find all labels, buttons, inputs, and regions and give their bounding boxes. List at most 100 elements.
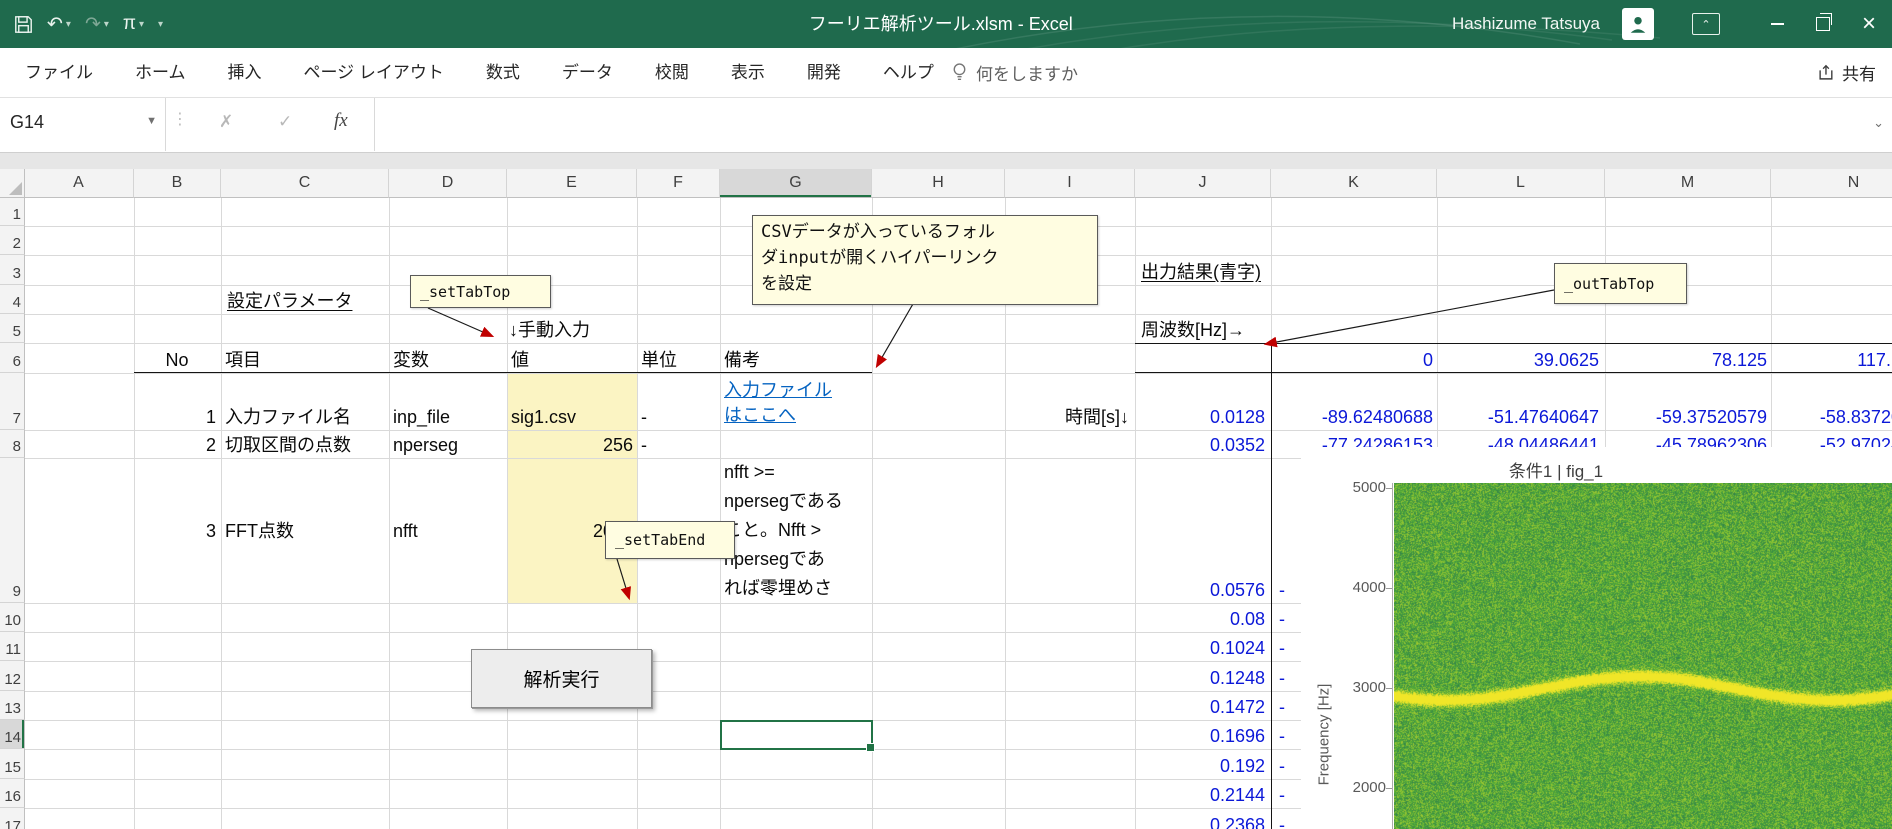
row-header-5[interactable]: 5: [0, 314, 25, 343]
fft-remark-line[interactable]: nfft >=: [724, 461, 775, 483]
param-unit[interactable]: -: [641, 434, 647, 456]
enter-icon[interactable]: ✓: [278, 112, 292, 132]
time-value-cell[interactable]: 0.08: [1065, 608, 1265, 630]
redo-dropdown-icon[interactable]: ▾: [104, 19, 109, 30]
csv-note-callout[interactable]: CSVデータが入っているフォル ダinputが開くハイパーリンク を設定: [752, 215, 1098, 305]
fft-remark-line[interactable]: れば零埋めさ: [724, 577, 832, 599]
user-avatar[interactable]: [1622, 8, 1654, 40]
clipped-value-dash[interactable]: -: [1279, 579, 1285, 601]
header-unit[interactable]: 単位: [641, 349, 677, 371]
pi-dropdown-icon[interactable]: ▾: [139, 19, 144, 30]
frequency-value-cell[interactable]: 117.1875: [1731, 349, 1892, 371]
row-header-4[interactable]: 4: [0, 285, 25, 314]
param-variable[interactable]: nfft: [393, 520, 418, 542]
worksheet-grid[interactable]: ABCDEFGHIJKLMN 1 2 3 4 5 6 7 8 9 10 11 12 13 14 15 16 17…: [0, 169, 1892, 829]
header-no[interactable]: No: [134, 349, 220, 371]
ribbon-display-options-icon[interactable]: ⌃: [1692, 13, 1720, 35]
row-header-7[interactable]: 7: [0, 373, 25, 430]
time-value-cell[interactable]: 0.1024: [1065, 637, 1265, 659]
column-header-B[interactable]: B: [134, 169, 221, 198]
header-remark[interactable]: 備考: [724, 349, 760, 371]
clipped-value-dash[interactable]: -: [1279, 725, 1285, 747]
user-name[interactable]: Hashizume Tatsuya: [1452, 14, 1600, 34]
clipped-value-dash[interactable]: -: [1279, 696, 1285, 718]
param-value[interactable]: 256: [433, 434, 633, 456]
setTabTop-name-callout[interactable]: _setTabTop: [410, 275, 551, 308]
row-header-9[interactable]: 9: [0, 458, 25, 603]
row-header-10[interactable]: 10: [0, 603, 25, 632]
restore-button[interactable]: [1800, 0, 1846, 48]
header-item[interactable]: 項目: [225, 349, 261, 371]
column-header-E[interactable]: E: [507, 169, 637, 198]
tab-view[interactable]: 表示: [710, 48, 786, 97]
minimize-button[interactable]: [1754, 0, 1800, 48]
row-header-16[interactable]: 16: [0, 779, 25, 808]
param-no[interactable]: 1: [116, 406, 216, 428]
clipped-value-dash[interactable]: -: [1279, 814, 1285, 829]
column-header-N[interactable]: N: [1771, 169, 1892, 198]
tab-file[interactable]: ファイル: [4, 48, 114, 97]
fft-remark-line[interactable]: npersegであ: [724, 548, 825, 570]
time-value-cell[interactable]: 0.192: [1065, 755, 1265, 777]
row-header-12[interactable]: 12: [0, 661, 25, 691]
selected-cell-G14[interactable]: [720, 720, 873, 750]
param-no[interactable]: 2: [116, 434, 216, 456]
row-header-17[interactable]: 17: [0, 808, 25, 829]
share-button[interactable]: 共有: [1818, 48, 1876, 97]
row-header-13[interactable]: 13: [0, 691, 25, 720]
param-item[interactable]: 入力ファイル名: [225, 406, 351, 428]
name-box-dropdown-icon[interactable]: ▼: [146, 115, 157, 127]
clipped-value-dash[interactable]: -: [1279, 784, 1285, 806]
fft-remark-line[interactable]: npersegである: [724, 490, 843, 512]
formula-input[interactable]: [376, 97, 1864, 151]
column-header-L[interactable]: L: [1437, 169, 1605, 198]
cancel-icon[interactable]: ✗: [219, 112, 233, 132]
row-header-6[interactable]: 6: [0, 343, 25, 373]
close-button[interactable]: ×: [1846, 0, 1892, 48]
param-variable[interactable]: inp_file: [393, 406, 450, 428]
time-value-cell[interactable]: 0.1696: [1065, 725, 1265, 747]
param-item[interactable]: FFT点数: [225, 520, 294, 542]
input-file-hyperlink[interactable]: はここへ: [724, 404, 796, 426]
tab-developer[interactable]: 開発: [786, 48, 862, 97]
column-header-K[interactable]: K: [1271, 169, 1437, 198]
spectrogram-chart[interactable]: 条件1 | fig_1 5000 4000 3000 2000 Frequenc…: [1301, 447, 1892, 829]
param-unit[interactable]: -: [641, 406, 647, 428]
row-header-2[interactable]: 2: [0, 226, 25, 255]
column-header-M[interactable]: M: [1605, 169, 1771, 198]
fft-remark-line[interactable]: こと。Nfft >: [724, 519, 821, 541]
formula-bar-expand-icon[interactable]: ⌄: [1873, 115, 1884, 131]
tab-help[interactable]: ヘルプ: [862, 48, 955, 97]
time-value-cell[interactable]: 0.1472: [1065, 696, 1265, 718]
param-value[interactable]: 2048: [433, 520, 633, 542]
save-button[interactable]: [14, 15, 33, 34]
column-header-F[interactable]: F: [637, 169, 720, 198]
column-header-D[interactable]: D: [389, 169, 507, 198]
row-header-8[interactable]: 8: [0, 430, 25, 458]
pi-macro-button[interactable]: π ▾: [123, 13, 144, 35]
setTabEnd-name-callout[interactable]: _setTabEnd: [605, 521, 735, 559]
time-value-cell[interactable]: 0.0576: [1065, 579, 1265, 601]
name-box[interactable]: G14 ▼: [0, 97, 166, 151]
db-value-cell[interactable]: -58.83720579: [1711, 406, 1892, 428]
row-header-11[interactable]: 11: [0, 632, 25, 661]
tab-data[interactable]: データ: [541, 48, 634, 97]
frequency-axis-label[interactable]: 周波数[Hz]→: [1141, 319, 1245, 341]
param-no[interactable]: 3: [116, 520, 216, 542]
clipped-value-dash[interactable]: -: [1279, 637, 1285, 659]
select-all-corner[interactable]: [0, 169, 25, 198]
customize-quick-access-button[interactable]: ▾: [158, 19, 163, 30]
column-header-I[interactable]: I: [1005, 169, 1135, 198]
clipped-value-dash[interactable]: -: [1279, 608, 1285, 630]
redo-button[interactable]: ↷ ▾: [85, 13, 109, 36]
row-header-1[interactable]: 1: [0, 197, 25, 226]
tell-me-search[interactable]: 何をしますか: [952, 48, 1078, 97]
tab-page-layout[interactable]: ページ レイアウト: [283, 48, 465, 97]
row-header-3[interactable]: 3: [0, 255, 25, 285]
clipped-value-dash[interactable]: -: [1279, 755, 1285, 777]
undo-dropdown-icon[interactable]: ▾: [66, 19, 71, 30]
param-value[interactable]: sig1.csv: [511, 406, 576, 428]
tab-formulas[interactable]: 数式: [465, 48, 541, 97]
formula-bar-grip[interactable]: ⋮: [172, 109, 188, 129]
column-header-C[interactable]: C: [221, 169, 389, 198]
